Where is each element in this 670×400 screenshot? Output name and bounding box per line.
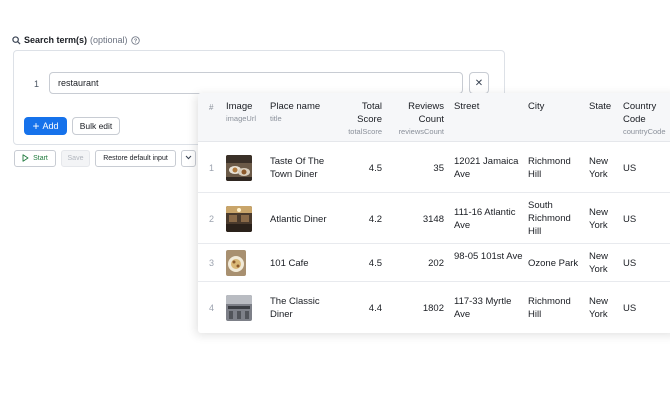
table-row[interactable]: 4 The Classic Diner 4.4 1802 117-33 Myrt… [198,282,670,333]
search-terms-title: Search term(s) [24,35,88,45]
place-name: Atlantic Diner [270,214,327,225]
country-code: US [623,303,637,314]
bulk-edit-button[interactable]: Bulk edit [72,117,120,135]
place-name: 101 Cafe [270,258,309,269]
col-image-key: imageUrl [226,114,257,123]
table-row[interactable]: 3 101 Cafe 4.5 202 98-05 101st Ave Ozone… [198,244,670,282]
col-place-title: Place name [270,101,321,112]
action-bar: Start Save Restore default input [14,150,196,167]
country-code: US [623,214,637,225]
col-index-header: # [209,103,214,112]
col-state-header: State [589,101,612,112]
street: 117-33 Myrtle Ave [454,296,512,320]
chevron-down-icon [185,155,192,162]
table-row[interactable]: 2 Atlantic Diner 4.2 3148 111-16 Atlanti… [198,193,670,244]
search-term-input[interactable]: restaurant [49,72,463,94]
col-street-header: Street [454,101,480,112]
country-code: US [623,258,637,269]
place-image[interactable] [226,155,252,181]
place-name: The Classic Diner [270,296,320,320]
row-index: 2 [209,214,215,224]
play-icon [22,153,29,164]
col-image-title: Image [226,101,253,112]
col-image-header: Image imageUrl [226,100,256,124]
help-icon[interactable]: ? [130,35,140,45]
add-term-button[interactable]: + Add [24,117,67,135]
restore-default-input-button[interactable]: Restore default input [95,150,176,167]
optional-label: (optional) [90,35,128,45]
row-index: 3 [209,258,215,268]
row-index: 4 [209,303,215,313]
term-row-index: 1 [34,79,40,89]
city: South Richmond Hill [528,200,571,237]
total-score: 4.4 [368,303,382,314]
state: New York [589,207,609,231]
total-score: 4.5 [368,258,382,269]
restore-options-dropdown[interactable] [181,150,196,167]
search-terms-label: Search term(s) (optional) ? [12,35,140,45]
city: Richmond Hill [528,156,571,180]
save-button[interactable]: Save [61,150,90,167]
place-image[interactable] [226,250,246,276]
city: Richmond Hill [528,296,571,320]
remove-term-button[interactable]: ✕ [469,72,489,94]
city: Ozone Park [528,258,579,269]
start-label: Start [33,155,48,162]
col-place-header: Place name title [270,100,320,124]
state: New York [589,251,609,275]
state: New York [589,156,609,180]
street: 98-05 101st Ave [454,251,523,262]
plus-icon: + [32,119,40,133]
col-city-header: City [528,101,545,112]
col-country-title: Country Code [623,101,657,125]
total-score: 4.2 [368,214,382,225]
col-reviews-key: reviewsCount [398,127,444,136]
col-score-header: Total Score totalScore [336,100,382,137]
results-preview-table: # Image imageUrl Place name title Total … [198,93,670,333]
col-place-key: title [270,114,282,123]
col-reviews-header: Reviews Count reviewsCount [388,100,444,137]
place-image[interactable] [226,295,252,321]
street: 12021 Jamaica Ave [454,156,519,180]
country-code: US [623,163,637,174]
state: New York [589,296,609,320]
search-icon [12,35,21,45]
col-score-title: Total Score [357,101,382,125]
street: 111-16 Atlantic Ave [454,207,516,231]
col-country-key: countryCode [623,127,666,136]
col-country-header: Country Code countryCode [623,100,670,137]
table-row[interactable]: 1 Taste Of The Town Diner 4.5 35 12021 J… [198,142,670,193]
col-score-key: totalScore [348,127,382,136]
table-header: # Image imageUrl Place name title Total … [198,93,670,142]
close-icon: ✕ [474,77,484,89]
reviews-count: 35 [433,163,444,174]
start-button[interactable]: Start [14,150,56,167]
reviews-count: 1802 [422,303,444,314]
reviews-count: 3148 [422,214,444,225]
add-label: Add [42,121,59,131]
row-index: 1 [209,163,215,173]
place-image[interactable] [226,206,252,232]
reviews-count: 202 [428,258,444,269]
place-name: Taste Of The Town Diner [270,156,325,180]
svg-text:?: ? [133,38,136,44]
col-reviews-title: Reviews Count [408,101,444,125]
total-score: 4.5 [368,163,382,174]
